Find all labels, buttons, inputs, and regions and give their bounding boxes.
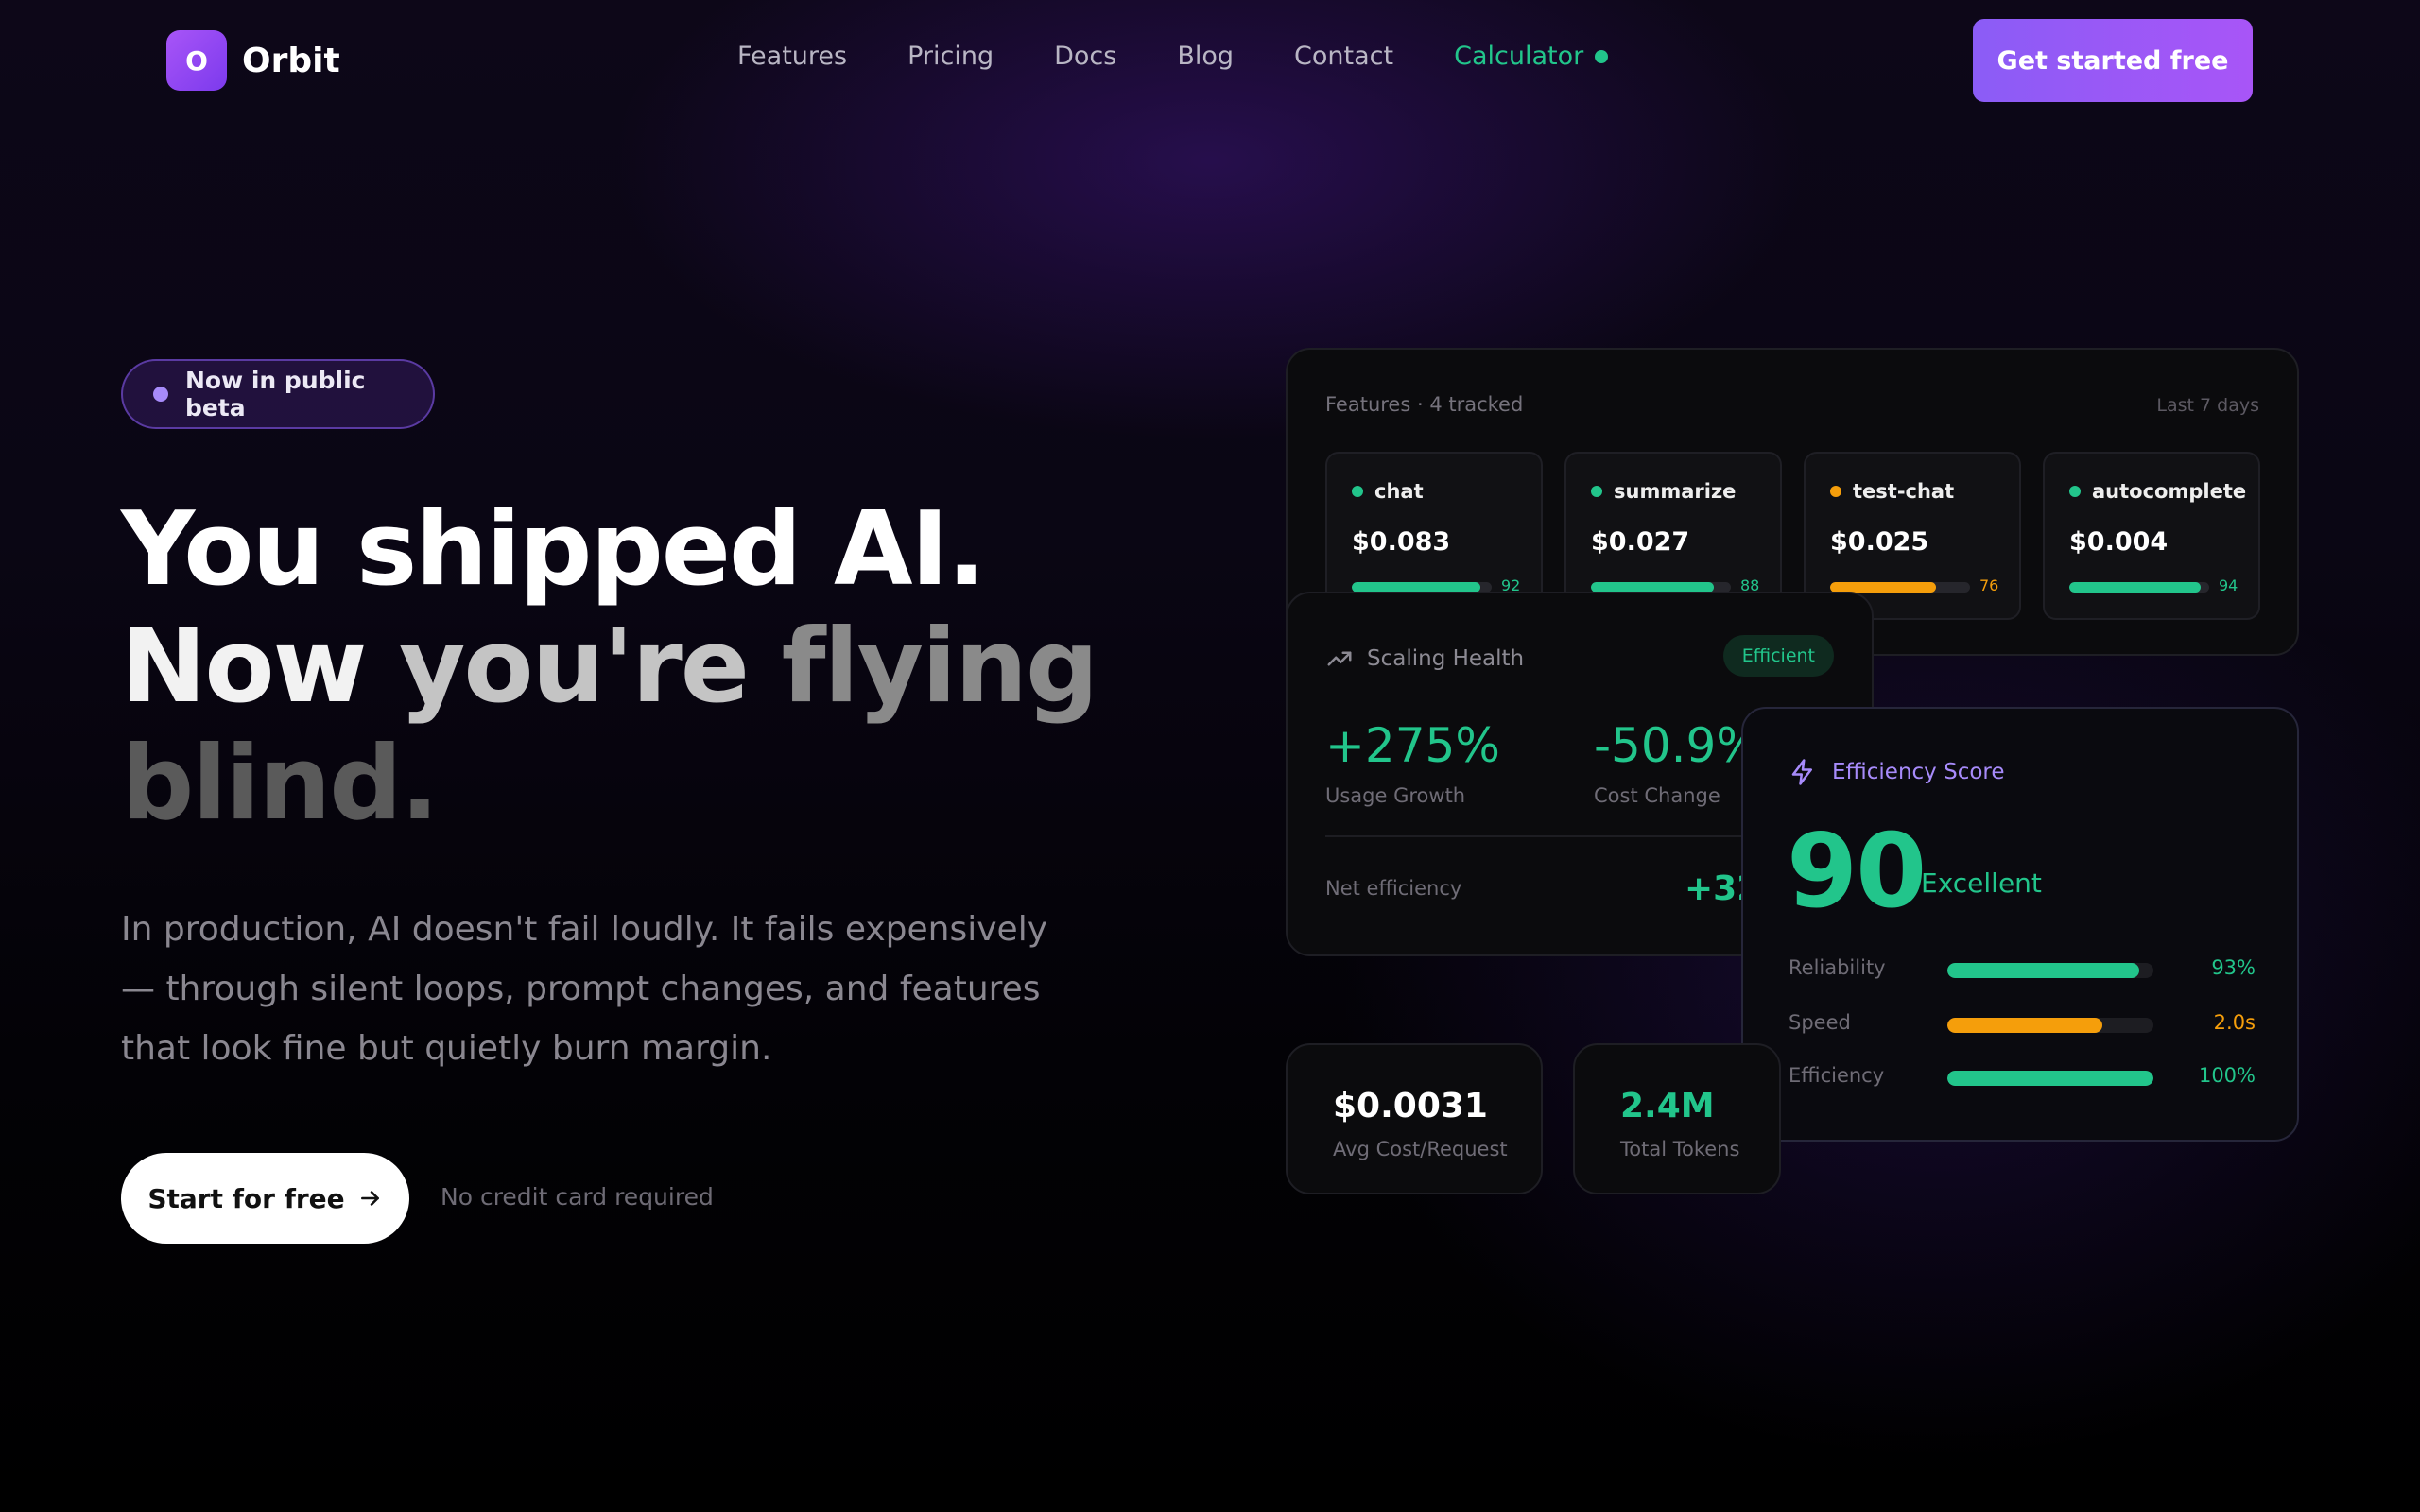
no-credit-card-note: No credit card required bbox=[441, 1183, 714, 1211]
feature-score-bar bbox=[2069, 582, 2209, 593]
nav-calculator-label: Calculator bbox=[1454, 42, 1584, 71]
headline-word-now: Now bbox=[121, 608, 399, 726]
top-nav: Features Pricing Docs Blog Contact Calcu… bbox=[737, 42, 1609, 71]
metric-bar-fill bbox=[1947, 1071, 2153, 1086]
nav-link-docs[interactable]: Docs bbox=[1054, 42, 1116, 71]
scaling-title-label: Scaling Health bbox=[1367, 646, 1525, 671]
net-efficiency-label: Net efficiency bbox=[1325, 877, 1462, 900]
start-for-free-button[interactable]: Start for free bbox=[121, 1153, 409, 1244]
feature-name: autocomplete bbox=[2069, 480, 2246, 503]
nav-link-features[interactable]: Features bbox=[737, 42, 847, 71]
avg-cost-value: $0.0031 bbox=[1333, 1087, 1488, 1125]
feature-name-label: chat bbox=[1374, 480, 1424, 503]
status-dot-icon bbox=[1830, 486, 1841, 497]
feature-name: summarize bbox=[1591, 480, 1736, 503]
efficient-badge: Efficient bbox=[1722, 635, 1834, 677]
metric-row-reliability: Reliability 93% bbox=[1789, 956, 2256, 985]
metric-bar bbox=[1947, 963, 2153, 978]
status-dot-icon bbox=[1352, 486, 1363, 497]
feature-tile-autocomplete[interactable]: autocomplete $0.004 94 bbox=[2043, 452, 2260, 620]
metric-value: 2.0s bbox=[2213, 1011, 2256, 1034]
nav-link-contact[interactable]: Contact bbox=[1294, 42, 1393, 71]
feature-name-label: autocomplete bbox=[2092, 480, 2247, 503]
total-tokens-label: Total Tokens bbox=[1620, 1138, 1740, 1160]
feature-name-label: test-chat bbox=[1853, 480, 1955, 503]
metric-value: 100% bbox=[2198, 1064, 2256, 1087]
logo-text: Orbit bbox=[242, 41, 340, 80]
cost-change-label: Cost Change bbox=[1594, 784, 1720, 807]
feature-score: 94 bbox=[2219, 576, 2238, 594]
hero-lead: In production, AI doesn't fail loudly. I… bbox=[121, 910, 1048, 1068]
nav-link-pricing[interactable]: Pricing bbox=[908, 42, 994, 71]
metric-label: Speed bbox=[1789, 1011, 1851, 1034]
efficiency-title-label: Efficiency Score bbox=[1832, 760, 2005, 784]
headline-word-youre: you're bbox=[398, 608, 782, 726]
metric-bar bbox=[1947, 1071, 2153, 1086]
logo-mark-icon: O bbox=[166, 30, 227, 91]
beta-badge: Now in public beta bbox=[121, 359, 435, 429]
feature-cost: $0.083 bbox=[1352, 527, 1451, 557]
scaling-title: Scaling Health bbox=[1325, 644, 1524, 673]
hero-headline: You shipped AI. Now you're flying blind. bbox=[121, 490, 1099, 843]
headline-word-flying: flying bbox=[781, 608, 1099, 726]
feature-name-label: summarize bbox=[1614, 480, 1737, 503]
usage-growth-label: Usage Growth bbox=[1325, 784, 1466, 807]
metric-bar-fill bbox=[1947, 963, 2139, 978]
feature-name: test-chat bbox=[1830, 480, 1954, 503]
avg-cost-label: Avg Cost/Request bbox=[1333, 1138, 1508, 1160]
feature-cost: $0.025 bbox=[1830, 527, 1929, 557]
metric-bar bbox=[1947, 1018, 2153, 1033]
status-dot-icon bbox=[2069, 486, 2081, 497]
feature-name: chat bbox=[1352, 480, 1424, 503]
headline-line-3: blind. bbox=[121, 725, 440, 843]
beta-dot-icon bbox=[153, 387, 168, 402]
metric-value: 93% bbox=[2211, 956, 2256, 979]
get-started-button[interactable]: Get started free bbox=[1973, 19, 2253, 102]
metric-label: Efficiency bbox=[1789, 1064, 1885, 1087]
feature-score-fill bbox=[2069, 582, 2202, 593]
arrow-right-icon bbox=[360, 1191, 379, 1206]
total-tokens-card: 2.4M Total Tokens bbox=[1573, 1043, 1781, 1194]
usage-growth-value: +275% bbox=[1325, 718, 1500, 773]
trending-up-icon bbox=[1327, 651, 1352, 666]
headline-line-2: Now you're flying bbox=[121, 608, 1099, 726]
metric-row-speed: Speed 2.0s bbox=[1789, 1011, 2256, 1040]
features-range: Last 7 days bbox=[2156, 395, 2259, 416]
total-tokens-value: 2.4M bbox=[1620, 1087, 1715, 1125]
metric-row-efficiency: Efficiency 100% bbox=[1789, 1064, 2256, 1092]
feature-cost: $0.027 bbox=[1591, 527, 1690, 557]
metric-label: Reliability bbox=[1789, 956, 1886, 979]
feature-score: 76 bbox=[1979, 576, 1999, 594]
efficiency-rating: Excellent bbox=[1921, 868, 2042, 899]
nav-link-blog[interactable]: Blog bbox=[1177, 42, 1234, 71]
features-heading: Features · 4 tracked bbox=[1325, 393, 1524, 416]
headline-line-1: You shipped AI. bbox=[121, 490, 986, 609]
efficiency-score-card: Efficiency Score 90 Excellent Reliabilit… bbox=[1741, 707, 2299, 1142]
start-button-label: Start for free bbox=[147, 1182, 345, 1214]
cost-change-value: -50.9% bbox=[1594, 718, 1761, 773]
status-dot-icon bbox=[1591, 486, 1602, 497]
metric-bar-fill bbox=[1947, 1018, 2102, 1033]
lightning-icon bbox=[1791, 759, 1812, 785]
nav-link-calculator[interactable]: Calculator bbox=[1454, 42, 1609, 71]
beta-badge-label: Now in public beta bbox=[184, 367, 366, 421]
avg-cost-card: $0.0031 Avg Cost/Request bbox=[1286, 1043, 1543, 1194]
efficiency-title: Efficiency Score bbox=[1789, 758, 2005, 786]
calculator-status-dot-icon bbox=[1595, 49, 1609, 63]
efficiency-score-value: 90 bbox=[1787, 813, 1927, 931]
feature-cost: $0.004 bbox=[2069, 527, 2169, 557]
logo[interactable]: O Orbit bbox=[166, 30, 340, 91]
